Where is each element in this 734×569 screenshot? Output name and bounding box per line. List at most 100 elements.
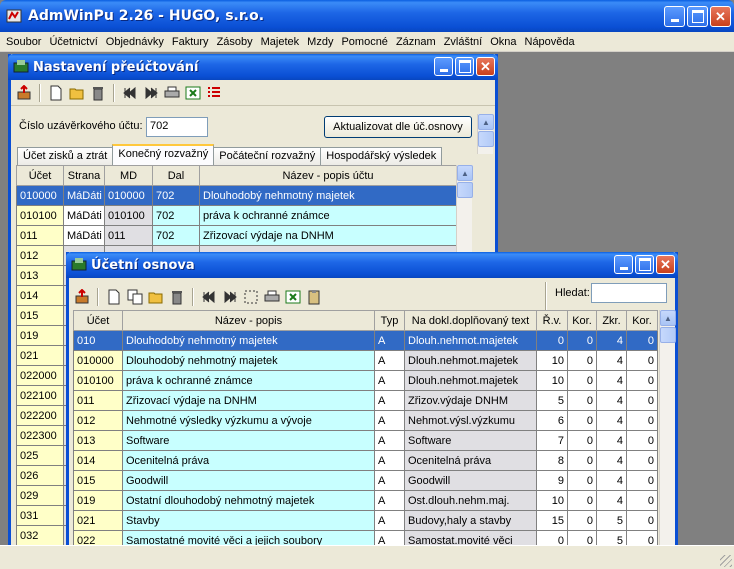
menu-mzdy[interactable]: Mzdy [303, 36, 337, 48]
table-cell[interactable]: 7 [536, 430, 568, 451]
w1-close-button[interactable] [476, 57, 495, 76]
table-cell[interactable]: 026 [16, 465, 64, 486]
table-cell[interactable]: práva k ochranné známce [199, 205, 457, 226]
table-cell[interactable]: 0 [567, 350, 597, 371]
w2-maximize-button[interactable] [635, 255, 654, 274]
table-cell[interactable]: 022200 [16, 405, 64, 426]
menu-zasoby[interactable]: Zásoby [213, 36, 257, 48]
export-button[interactable] [284, 288, 302, 306]
table-cell[interactable]: 0 [626, 510, 658, 531]
table-cell[interactable]: 0 [567, 410, 597, 431]
maximize-button[interactable] [687, 6, 708, 27]
scroll-thumb[interactable] [478, 131, 494, 147]
table-row[interactable]: 013 Software A Software 7 0 4 0 [73, 430, 658, 451]
table-cell[interactable]: Ocenitelná práva [404, 450, 537, 471]
table-cell[interactable]: 0 [626, 410, 658, 431]
table-cell[interactable]: A [374, 390, 405, 411]
column-header[interactable]: Kor. [567, 310, 597, 331]
clipboard-button[interactable] [305, 288, 323, 306]
table-cell[interactable]: práva k ochranné známce [122, 370, 375, 391]
menu-okna[interactable]: Okna [486, 36, 520, 48]
table-cell[interactable]: 8 [536, 450, 568, 471]
closing-account-input[interactable]: 702 [146, 117, 208, 137]
table-cell[interactable]: 013 [16, 265, 64, 286]
column-header[interactable]: Typ [374, 310, 405, 331]
table-cell[interactable]: 0 [536, 330, 568, 351]
transfer-settings-title-bar[interactable]: Nastavení přeúčtování [8, 54, 498, 80]
column-header[interactable]: Zkr. [596, 310, 627, 331]
select-button[interactable] [242, 288, 260, 306]
table-cell[interactable]: Dlouhodobý nehmotný majetek [199, 185, 457, 206]
table-cell[interactable]: 012 [16, 245, 64, 266]
table-cell[interactable]: 4 [596, 330, 627, 351]
table-cell[interactable]: 0 [567, 510, 597, 531]
table-cell[interactable]: 015 [73, 470, 123, 491]
table-cell[interactable]: 10 [536, 370, 568, 391]
table-cell[interactable]: 702 [152, 205, 200, 226]
table-cell[interactable]: 0 [626, 450, 658, 471]
new-button[interactable] [105, 288, 123, 306]
menu-zaznam[interactable]: Záznam [392, 36, 440, 48]
chart-of-accounts-title-bar[interactable]: Účetní osnova [66, 252, 678, 278]
table-cell[interactable]: MáDáti [63, 205, 105, 226]
table-cell[interactable]: 15 [536, 510, 568, 531]
column-header[interactable]: Na dokl.doplňovaný text [404, 310, 537, 331]
table-cell[interactable]: 022100 [16, 385, 64, 406]
list-button[interactable] [205, 84, 223, 102]
first-record-button[interactable] [121, 84, 139, 102]
tab-closing-balance[interactable]: Konečný rozvažný [112, 144, 215, 165]
table-cell[interactable]: 019 [16, 325, 64, 346]
close-button[interactable] [710, 6, 731, 27]
table-cell[interactable]: 010000 [73, 350, 123, 371]
table-cell[interactable]: Dlouhodobý nehmotný majetek [122, 350, 375, 371]
table-cell[interactable]: A [374, 450, 405, 471]
table-cell[interactable]: 010000 [16, 185, 64, 206]
column-header[interactable]: Účet [73, 310, 123, 331]
table-cell[interactable]: Nehmotné výsledky výzkumu a vývoje [122, 410, 375, 431]
column-header[interactable]: Strana [63, 165, 105, 186]
scroll-up-icon[interactable]: ▲ [660, 310, 676, 326]
table-cell[interactable]: A [374, 490, 405, 511]
table-cell[interactable]: Dlouhodobý nehmotný majetek [122, 330, 375, 351]
table-cell[interactable]: 032 [16, 525, 64, 546]
copy-button[interactable] [126, 288, 144, 306]
new-button[interactable] [47, 84, 65, 102]
first-record-button[interactable] [200, 288, 218, 306]
table-cell[interactable]: Dlouh.nehmot.majetek [404, 370, 537, 391]
table-cell[interactable]: Goodwill [122, 470, 375, 491]
table-cell[interactable]: 0 [567, 330, 597, 351]
table-row[interactable]: 010100 MáDáti 010100 702 práva k ochranné zn… [16, 205, 457, 226]
table-cell[interactable]: 0 [567, 390, 597, 411]
table-row[interactable]: 012 Nehmotné výsledky výzkumu a vývoje A Ne… [73, 410, 658, 431]
table-cell[interactable]: 0 [626, 490, 658, 511]
table-cell[interactable]: 0 [626, 430, 658, 451]
table-cell[interactable]: 4 [596, 450, 627, 471]
table-cell[interactable]: Stavby [122, 510, 375, 531]
table-cell[interactable]: 0 [626, 330, 658, 351]
w1-minimize-button[interactable] [434, 57, 453, 76]
table-cell[interactable]: Dlouh.nehmot.majetek [404, 350, 537, 371]
w1-form-scrollbar[interactable]: ▲ [477, 114, 494, 154]
table-cell[interactable]: Budovy,haly a stavby [404, 510, 537, 531]
table-cell[interactable]: 014 [73, 450, 123, 471]
table-row[interactable]: 011 Zřizovací výdaje na DNHM A Zřizov.výdaj… [73, 390, 658, 411]
open-button[interactable] [68, 84, 86, 102]
scroll-up-icon[interactable]: ▲ [457, 165, 473, 181]
table-cell[interactable]: Zřizovací výdaje na DNHM [122, 390, 375, 411]
table-cell[interactable]: A [374, 510, 405, 531]
table-cell[interactable]: MáDáti [63, 225, 105, 246]
table-cell[interactable]: 029 [16, 485, 64, 506]
table-cell[interactable]: 019 [73, 490, 123, 511]
table-cell[interactable]: Zřizov.výdaje DNHM [404, 390, 537, 411]
table-cell[interactable]: Nehmot.výsl.výzkumu [404, 410, 537, 431]
table-cell[interactable]: 010000 [104, 185, 153, 206]
table-cell[interactable]: 0 [567, 490, 597, 511]
menu-majetek[interactable]: Majetek [257, 36, 304, 48]
export-button[interactable] [184, 84, 202, 102]
table-cell[interactable]: 10 [536, 350, 568, 371]
table-cell[interactable]: 5 [536, 390, 568, 411]
table-cell[interactable]: A [374, 350, 405, 371]
table-cell[interactable]: Ostatní dlouhodobý nehmotný majetek [122, 490, 375, 511]
table-cell[interactable]: 025 [16, 445, 64, 466]
table-cell[interactable]: 022000 [16, 365, 64, 386]
